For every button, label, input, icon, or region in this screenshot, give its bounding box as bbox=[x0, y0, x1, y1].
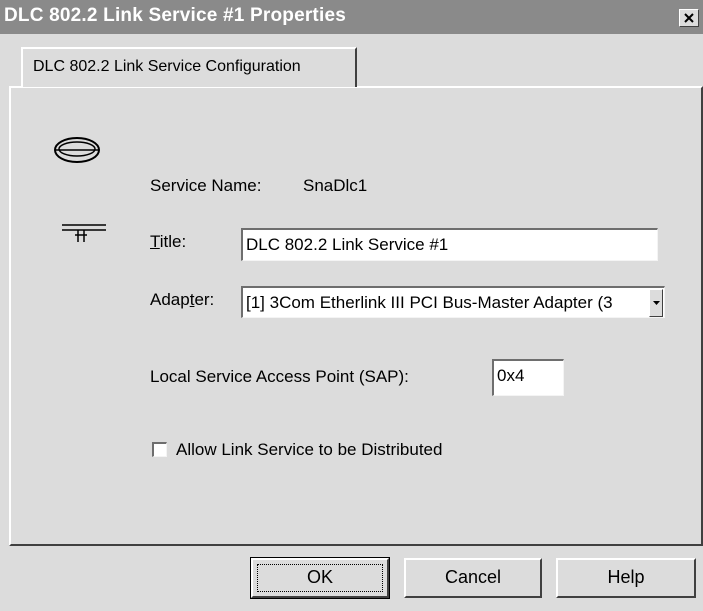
cancel-button-label: Cancel bbox=[444, 567, 502, 587]
sap-input[interactable]: 0x4 bbox=[492, 359, 564, 396]
adapter-select[interactable]: [1] 3Com Etherlink III PCI Bus-Master Ad… bbox=[241, 286, 665, 318]
adapter-dropdown-button[interactable] bbox=[649, 289, 663, 317]
adapter-select-value: [1] 3Com Etherlink III PCI Bus-Master Ad… bbox=[246, 293, 613, 312]
close-icon bbox=[684, 13, 694, 23]
ok-button[interactable]: OK bbox=[250, 557, 390, 599]
title-label: Title: bbox=[150, 232, 186, 252]
focus-rect bbox=[257, 564, 383, 592]
close-button[interactable] bbox=[679, 9, 699, 27]
distribute-checkbox[interactable] bbox=[152, 442, 167, 457]
tab-label: DLC 802.2 Link Service Configuration bbox=[33, 58, 301, 75]
chevron-down-icon bbox=[653, 301, 660, 305]
network-tap-icon bbox=[62, 224, 106, 242]
adapter-label: Adapter: bbox=[150, 290, 214, 310]
sap-label: Local Service Access Point (SAP): bbox=[150, 367, 409, 386]
help-button[interactable]: Help bbox=[556, 558, 696, 598]
title-bar: DLC 802.2 Link Service #1 Properties bbox=[0, 0, 703, 34]
help-button-label: Help bbox=[607, 567, 645, 587]
title-input[interactable]: DLC 802.2 Link Service #1 bbox=[241, 228, 658, 261]
title-label-rest: itle: bbox=[159, 232, 187, 251]
cancel-button[interactable]: Cancel bbox=[404, 558, 542, 598]
title-input-value: DLC 802.2 Link Service #1 bbox=[246, 235, 449, 254]
token-ring-icon bbox=[54, 137, 100, 163]
sap-input-value: 0x4 bbox=[497, 366, 525, 385]
distribute-label[interactable]: Allow Link Service to be Distributed bbox=[176, 440, 442, 460]
adapter-label-start: Adap bbox=[150, 290, 190, 309]
title-label-mnemonic: T bbox=[150, 232, 160, 251]
adapter-label-rest: er: bbox=[194, 290, 215, 309]
properties-dialog: DLC 802.2 Link Service #1 Properties DLC… bbox=[0, 0, 703, 611]
tab-configuration[interactable]: DLC 802.2 Link Service Configuration bbox=[21, 47, 357, 87]
service-name-label: Service Name: bbox=[150, 176, 262, 195]
window-title: DLC 802.2 Link Service #1 Properties bbox=[4, 5, 346, 26]
service-name-value: SnaDlc1 bbox=[303, 176, 368, 195]
